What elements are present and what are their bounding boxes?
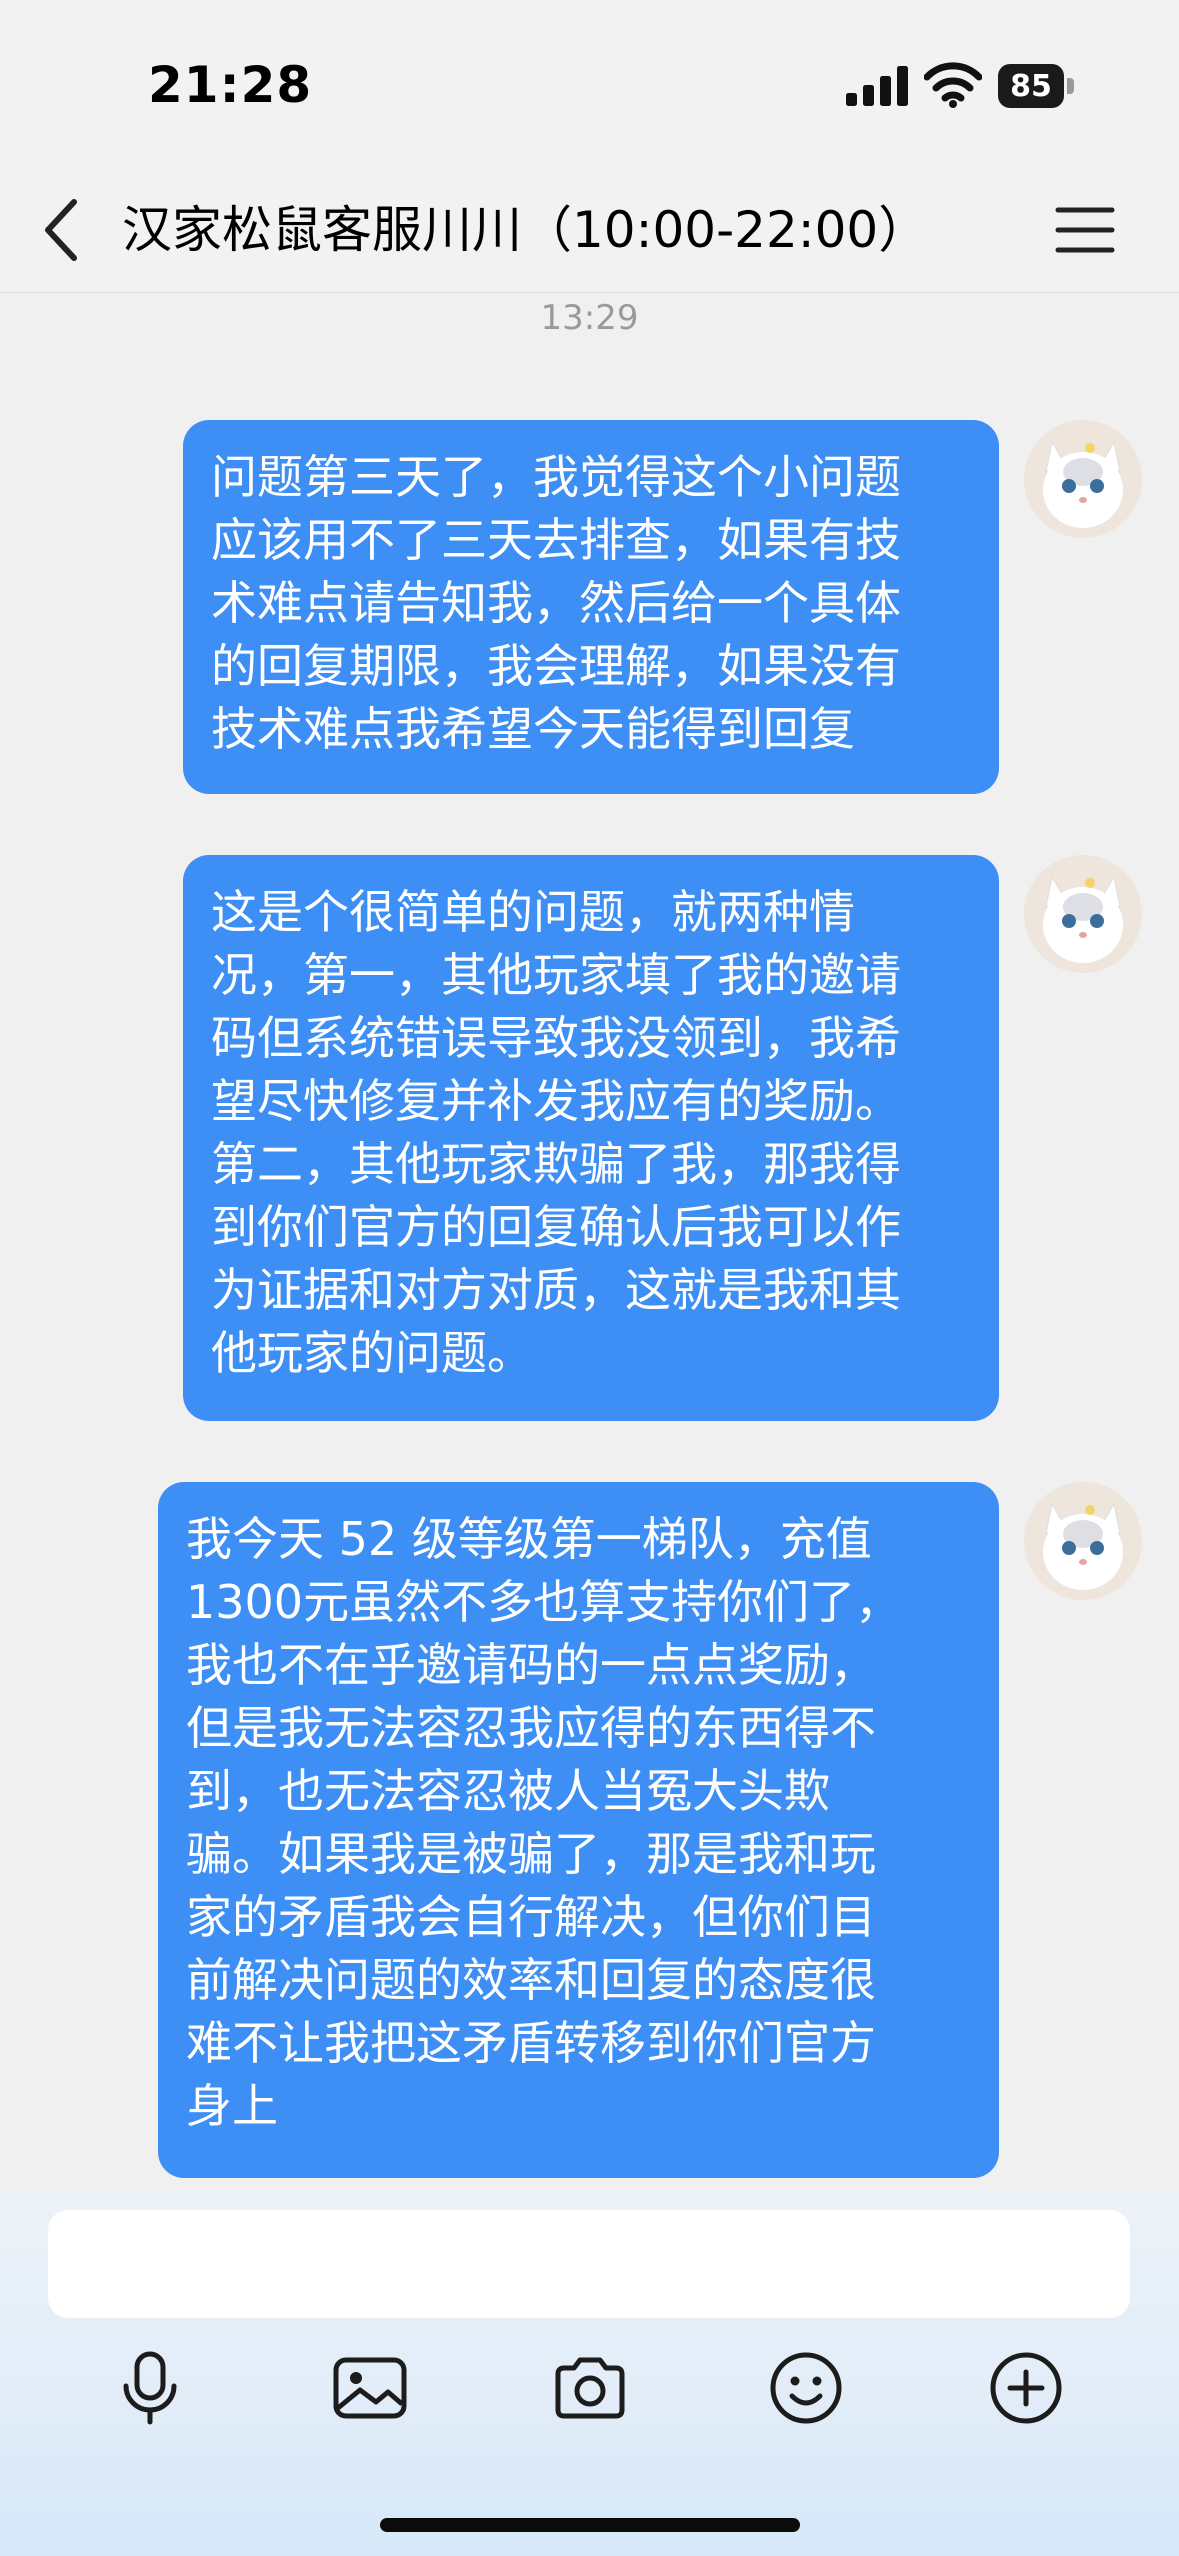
microphone-icon[interactable] <box>110 2348 190 2428</box>
chat-header: 汉家松鼠客服川川（10:00-22:00） <box>0 170 1179 293</box>
cat-avatar-icon <box>1024 1482 1142 1600</box>
chevron-left-icon[interactable] <box>34 192 94 268</box>
message-bubble-3[interactable]: 我今天 52 级等级第一梯队，充值 1300元虽然不多也算支持你们了， 我也不在… <box>158 1482 999 2178</box>
chat-title: 汉家松鼠客服川川（10:00-22:00） <box>122 201 929 259</box>
battery-indicator: 85 <box>998 64 1078 108</box>
wifi-icon <box>924 62 982 108</box>
message-timestamp: 13:29 <box>540 298 639 338</box>
battery-cap <box>1067 78 1074 94</box>
cat-avatar-icon <box>1024 420 1142 538</box>
message-input[interactable] <box>48 2210 1130 2318</box>
message-bubble-1[interactable]: 问题第三天了，我觉得这个小问题 应该用不了三天去排查，如果有技 术难点请告知我，… <box>183 420 999 794</box>
cellular-signal-icon <box>846 66 908 106</box>
avatar[interactable] <box>1024 1482 1142 1600</box>
avatar[interactable] <box>1024 420 1142 538</box>
camera-icon[interactable] <box>550 2348 630 2428</box>
status-bar: 21:28 85 <box>0 0 1179 170</box>
message-bubble-2[interactable]: 这是个很简单的问题，就两种情 况，第一，其他玩家填了我的邀请 码但系统错误导致我… <box>183 855 999 1421</box>
home-indicator <box>380 2518 800 2532</box>
hamburger-menu-icon[interactable] <box>1052 200 1118 260</box>
input-bar <box>0 2190 1179 2556</box>
battery-level: 85 <box>998 64 1064 108</box>
avatar[interactable] <box>1024 855 1142 973</box>
cat-avatar-icon <box>1024 855 1142 973</box>
status-time: 21:28 <box>148 56 313 114</box>
plus-circle-icon[interactable] <box>986 2348 1066 2428</box>
emoji-icon[interactable] <box>766 2348 846 2428</box>
image-icon[interactable] <box>330 2348 410 2428</box>
